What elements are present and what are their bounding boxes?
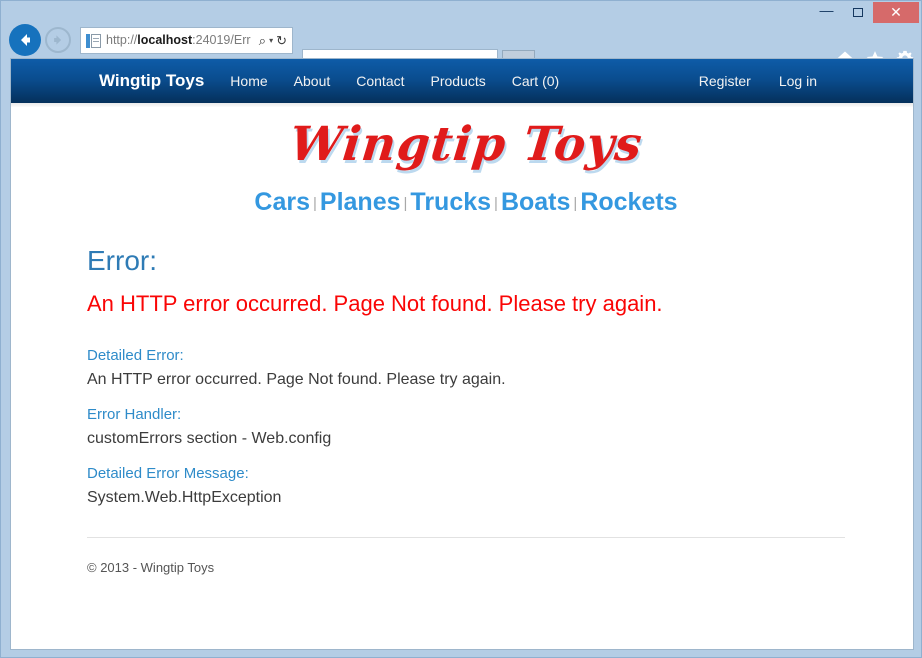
search-icon[interactable]: ⌕ (259, 34, 266, 47)
back-button[interactable] (9, 24, 41, 56)
title-bar: — ✕ (1, 1, 921, 23)
address-bar[interactable]: http://localhost:24019/Err ⌕ ▾ ↻ (80, 27, 293, 54)
browser-toolbar: http://localhost:24019/Err ⌕ ▾ ↻ - Wingt… (1, 23, 921, 59)
page-content: Wingtip Toys Cars|Planes|Trucks|Boats|Ro… (11, 103, 913, 575)
category-separator: | (491, 195, 501, 212)
window-controls: — ✕ (811, 2, 919, 23)
url-path: :24019/Err (192, 34, 250, 47)
category-separator: | (401, 195, 411, 212)
url-scheme: http:// (106, 34, 137, 47)
detail-value-error-handler: customErrors section - Web.config (87, 430, 845, 448)
error-details: Detailed Error: An HTTP error occurred. … (87, 347, 845, 507)
footer-copyright: © 2013 - Wingtip Toys (87, 560, 845, 575)
forward-arrow-icon (51, 33, 65, 47)
site-navbar: Wingtip Toys Home About Contact Products… (11, 59, 913, 103)
chevron-down-icon[interactable]: ▾ (269, 37, 273, 45)
maximize-button[interactable] (842, 2, 873, 23)
logo-container: Wingtip Toys (87, 103, 845, 172)
detail-value-detailed-error-message: System.Web.HttpException (87, 489, 845, 507)
nav-item-cart[interactable]: Cart (0) (512, 73, 559, 89)
page-favicon-icon (86, 33, 102, 49)
page-footer: © 2013 - Wingtip Toys (87, 537, 845, 575)
site-brand[interactable]: Wingtip Toys (99, 71, 204, 91)
close-icon: ✕ (890, 6, 902, 20)
category-separator: | (570, 195, 580, 212)
detail-value-detailed-error: An HTTP error occurred. Page Not found. … (87, 371, 845, 389)
forward-button[interactable] (45, 27, 71, 53)
category-link-boats[interactable]: Boats (501, 188, 570, 216)
nav-item-home[interactable]: Home (230, 73, 267, 89)
category-link-cars[interactable]: Cars (254, 188, 310, 216)
browser-window: — ✕ http://localhost:24019/Err (0, 0, 922, 658)
back-arrow-icon (16, 31, 34, 49)
category-link-rockets[interactable]: Rockets (580, 188, 677, 216)
site-logo[interactable]: Wingtip Toys (287, 117, 645, 172)
error-heading: Error: (87, 245, 845, 277)
detail-label-detailed-error-message: Detailed Error Message: (87, 465, 845, 482)
category-links: Cars|Planes|Trucks|Boats|Rockets (87, 188, 845, 217)
refresh-icon[interactable]: ↻ (276, 34, 287, 47)
minimize-icon: — (820, 3, 834, 17)
detail-label-error-handler: Error Handler: (87, 406, 845, 423)
category-separator: | (310, 195, 320, 212)
category-link-planes[interactable]: Planes (320, 188, 401, 216)
detail-label-detailed-error: Detailed Error: (87, 347, 845, 364)
error-message: An HTTP error occurred. Page Not found. … (87, 291, 845, 317)
category-link-trucks[interactable]: Trucks (410, 188, 491, 216)
close-button[interactable]: ✕ (873, 2, 919, 23)
maximize-icon (853, 8, 863, 17)
url-host: localhost (137, 34, 192, 47)
site-nav-account-links: Register Log in (699, 73, 817, 89)
url-text: http://localhost:24019/Err (106, 34, 259, 47)
minimize-button[interactable]: — (811, 2, 842, 23)
address-bar-icons: ⌕ ▾ ↻ (259, 34, 289, 47)
nav-item-contact[interactable]: Contact (356, 73, 404, 89)
site-nav-links: Home About Contact Products Cart (0) (230, 73, 559, 89)
page-viewport: Wingtip Toys Home About Contact Products… (10, 58, 914, 650)
nav-item-login[interactable]: Log in (779, 73, 817, 89)
nav-item-register[interactable]: Register (699, 73, 751, 89)
nav-item-products[interactable]: Products (431, 73, 486, 89)
nav-item-about[interactable]: About (294, 73, 331, 89)
